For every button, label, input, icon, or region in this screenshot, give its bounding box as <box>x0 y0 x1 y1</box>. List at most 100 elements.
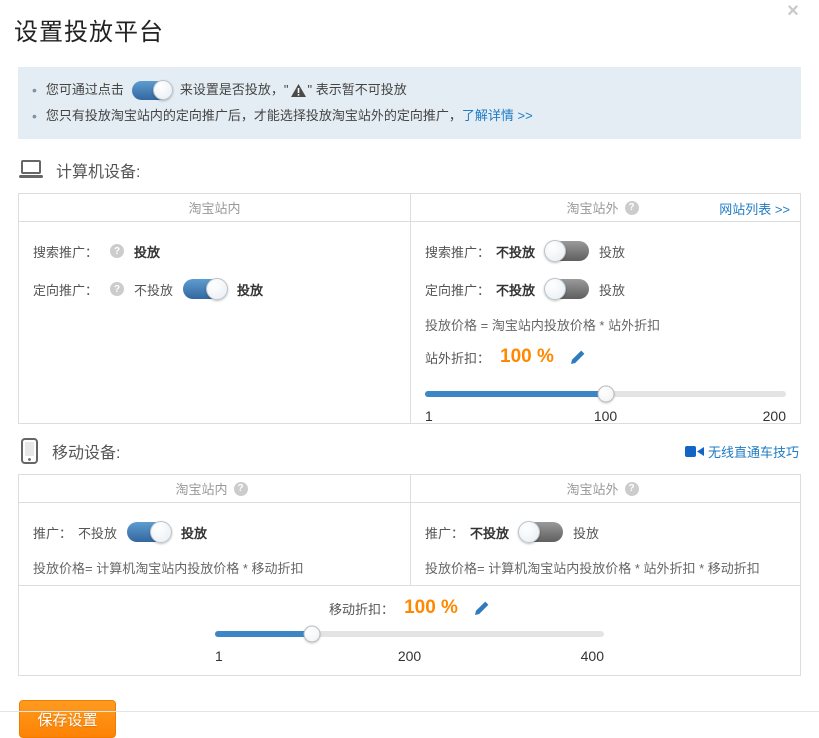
toggle-knob[interactable] <box>544 240 566 262</box>
outside-discount-row: 站外折扣： 100 % <box>425 342 786 372</box>
mobile-section-heading: 移动设备: 无线直通车技巧 <box>18 436 801 466</box>
promo-off-label: 不投放 <box>470 523 509 542</box>
mobile-inside-cell: 推广： 不投放 投放 投放价格= 计算机淘宝站内投放价格 * 移动折扣 <box>19 503 410 585</box>
computer-table: 淘宝站内 淘宝站外 ? 网站列表 >> 搜索推广： ? 投放 定向推广： ? 不… <box>18 193 801 424</box>
notice-line-2: • 您只有投放淘宝站内的定向推广后，才能选择投放淘宝站外的定向推广， 了解详情 … <box>32 103 787 129</box>
search-on-label: 投放 <box>599 242 625 261</box>
promo-off-label: 不投放 <box>78 523 117 542</box>
mobile-discount-label: 移动折扣： <box>329 599 394 618</box>
edit-pencil-icon[interactable] <box>570 349 586 365</box>
mobile-inside-header: 淘宝站内 ? <box>19 475 410 502</box>
notice-line1-post: " 表示暂不可投放 <box>308 77 407 103</box>
computer-outside-target-row: 定向推广： 不投放 投放 <box>425 270 786 308</box>
wireless-tips: 无线直通车技巧 <box>685 442 799 461</box>
promo-on-label: 投放 <box>181 523 207 542</box>
computer-outside-search-toggle[interactable] <box>545 241 589 261</box>
slider-min-label: 1 <box>425 408 433 424</box>
slider-knob[interactable] <box>304 626 321 643</box>
search-off-label: 不投放 <box>496 242 535 261</box>
mobile-outside-price-formula: 投放价格= 计算机淘宝站内投放价格 * 站外折扣 * 移动折扣 <box>425 559 786 579</box>
target-promo-label: 定向推广： <box>425 280 490 299</box>
mobile-outside-header-label: 淘宝站外 <box>566 479 618 498</box>
slider-track[interactable] <box>215 631 604 637</box>
computer-section-heading: 计算机设备: <box>18 155 801 185</box>
mobile-outside-promo-row: 推广： 不投放 投放 <box>425 513 786 551</box>
computer-inside-cell: 搜索推广： ? 投放 定向推广： ? 不投放 投放 <box>19 222 410 423</box>
notice-box: • 您可通过点击 来设置是否投放，" " 表示暂不可投放 • 您只有投放淘宝站内… <box>18 67 801 139</box>
mobile-inside-toggle[interactable] <box>127 522 171 542</box>
outside-discount-slider[interactable] <box>425 386 786 402</box>
site-list-link[interactable]: 网站列表 >> <box>719 199 790 218</box>
dialog-title: 设置投放平台 <box>14 12 801 47</box>
mobile-inside-header-label: 淘宝站内 <box>175 479 227 498</box>
mobile-table-body: 推广： 不投放 投放 投放价格= 计算机淘宝站内投放价格 * 移动折扣 推广： … <box>19 503 800 585</box>
notice-line2-text: 您只有投放淘宝站内的定向推广后，才能选择投放淘宝站外的定向推广， <box>46 103 462 129</box>
toggle-knob[interactable] <box>544 278 566 300</box>
promo-label: 推广： <box>33 523 72 542</box>
laptop-icon <box>18 159 44 181</box>
slider-max-label: 200 <box>763 408 786 424</box>
slider-fill <box>425 391 606 397</box>
outside-discount-value: 100 % <box>500 346 554 368</box>
computer-outside-search-row: 搜索推广： 不投放 投放 <box>425 232 786 270</box>
mobile-discount-slider[interactable] <box>215 626 604 642</box>
phone-icon <box>21 438 38 464</box>
edit-pencil-icon[interactable] <box>474 600 490 616</box>
help-icon[interactable]: ? <box>234 482 248 496</box>
slider-fill <box>215 631 312 637</box>
mobile-table: 淘宝站内 ? 淘宝站外 ? 推广： 不投放 投放 投放价格= 计算机淘宝站内投放… <box>18 474 801 676</box>
mobile-discount-value: 100 % <box>404 597 458 619</box>
mobile-outside-cell: 推广： 不投放 投放 投放价格= 计算机淘宝站内投放价格 * 站外折扣 * 移动… <box>410 503 800 585</box>
toggle-knob[interactable] <box>206 278 228 300</box>
search-promo-label: 搜索推广： <box>33 242 98 261</box>
bullet-icon: • <box>32 103 37 129</box>
computer-inside-header: 淘宝站内 <box>19 194 410 221</box>
mobile-discount-row: 移动折扣： 100 % 1 200 400 <box>19 585 800 675</box>
example-toggle <box>132 81 172 100</box>
help-icon[interactable]: ? <box>110 282 124 296</box>
toggle-knob[interactable] <box>150 521 172 543</box>
computer-inside-header-label: 淘宝站内 <box>188 198 240 217</box>
slider-max-label: 400 <box>581 648 604 664</box>
outside-price-formula: 投放价格 = 淘宝站内投放价格 * 站外折扣 <box>425 316 786 336</box>
mobile-outside-toggle[interactable] <box>519 522 563 542</box>
mobile-slider-labels: 1 200 400 <box>215 648 604 665</box>
computer-inside-target-toggle[interactable] <box>183 279 227 299</box>
save-settings-button[interactable]: 保存设置 <box>19 700 116 738</box>
mobile-discount-line: 移动折扣： 100 % <box>19 594 800 622</box>
computer-table-body: 搜索推广： ? 投放 定向推广： ? 不投放 投放 搜索推广： 不投放 投放 <box>19 222 800 423</box>
computer-outside-header: 淘宝站外 ? 网站列表 >> <box>410 194 800 221</box>
help-icon[interactable]: ? <box>110 244 124 258</box>
help-icon[interactable]: ? <box>625 201 639 215</box>
target-on-label: 投放 <box>237 280 263 299</box>
mobile-inside-price-formula: 投放价格= 计算机淘宝站内投放价格 * 移动折扣 <box>33 559 396 579</box>
mobile-inside-promo-row: 推广： 不投放 投放 <box>33 513 396 551</box>
mobile-table-header: 淘宝站内 ? 淘宝站外 ? <box>19 475 800 503</box>
search-promo-label: 搜索推广： <box>425 242 490 261</box>
computer-inside-search-row: 搜索推广： ? 投放 <box>33 232 396 270</box>
computer-outside-target-toggle[interactable] <box>545 279 589 299</box>
video-camera-icon <box>685 445 704 458</box>
close-icon[interactable]: × <box>783 2 803 22</box>
learn-more-link[interactable]: 了解详情 >> <box>462 103 533 129</box>
help-icon[interactable]: ? <box>625 482 639 496</box>
promo-label: 推广： <box>425 523 464 542</box>
computer-outside-cell: 搜索推广： 不投放 投放 定向推广： 不投放 投放 投放价格 = 淘宝站内投放价… <box>410 222 800 423</box>
notice-line-1: • 您可通过点击 来设置是否投放，" " 表示暂不可投放 <box>32 77 787 103</box>
search-promo-state: 投放 <box>134 242 160 261</box>
slider-knob[interactable] <box>597 386 614 403</box>
dialog-bottom-border <box>0 711 819 712</box>
bullet-icon: • <box>32 77 37 103</box>
promo-on-label: 投放 <box>573 523 599 542</box>
target-promo-label: 定向推广： <box>33 280 98 299</box>
notice-line1-mid: 来设置是否投放，" <box>180 77 289 103</box>
outside-discount-label: 站外折扣： <box>425 348 490 367</box>
computer-section-label: 计算机设备: <box>56 158 140 182</box>
computer-table-header: 淘宝站内 淘宝站外 ? 网站列表 >> <box>19 194 800 222</box>
mobile-outside-header: 淘宝站外 ? <box>410 475 800 502</box>
toggle-knob[interactable] <box>518 521 540 543</box>
slider-mid-label: 100 <box>594 408 617 424</box>
wireless-tips-link[interactable]: 无线直通车技巧 <box>708 442 799 461</box>
target-off-label: 不投放 <box>496 280 535 299</box>
slider-min-label: 1 <box>215 648 223 664</box>
